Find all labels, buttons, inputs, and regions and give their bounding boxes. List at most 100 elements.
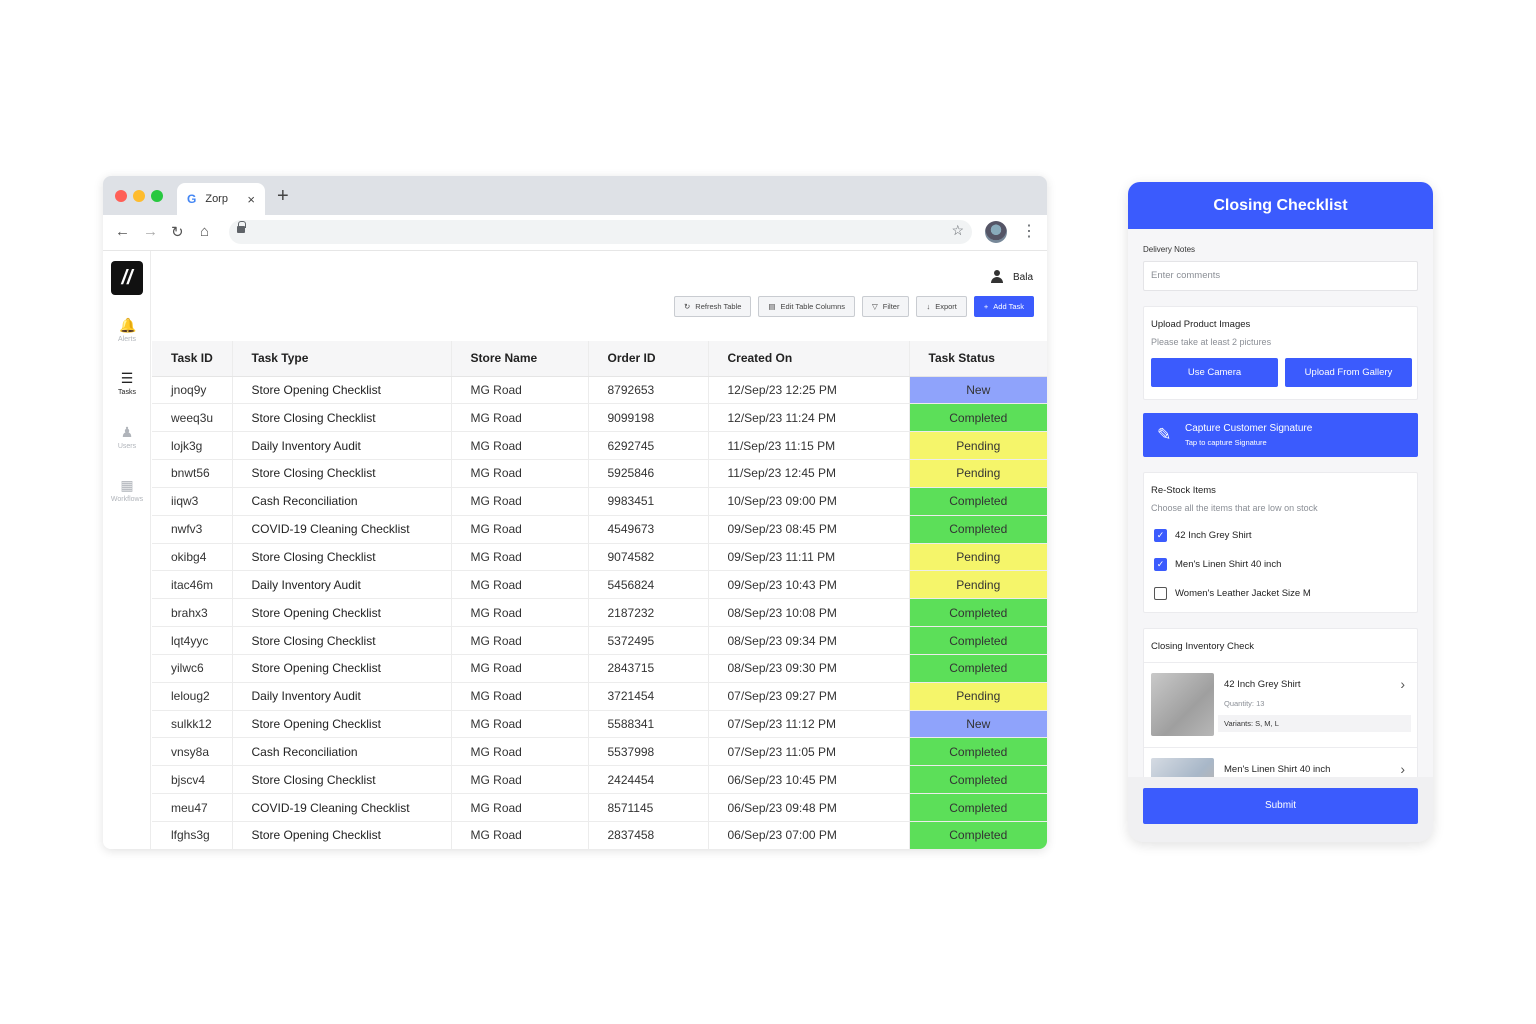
minimize-window-button[interactable] bbox=[133, 190, 145, 202]
task-type-cell: COVID-19 Cleaning Checklist bbox=[232, 793, 452, 822]
sidebar-item-alerts[interactable]: 🔔 Alerts bbox=[103, 317, 151, 343]
product-quantity: Quantity: 13 bbox=[1224, 699, 1265, 708]
task-status-cell[interactable]: Completed bbox=[909, 765, 1047, 795]
new-tab-button[interactable]: + bbox=[277, 185, 289, 208]
task-id-cell: yilwc6 bbox=[152, 654, 233, 683]
task-status-cell[interactable]: Pending bbox=[909, 570, 1047, 600]
column-header[interactable]: Task Type bbox=[232, 341, 452, 377]
refresh-table-button[interactable]: ↻ Refresh Table bbox=[673, 296, 752, 317]
table-row[interactable]: lqt4yyc Store Closing Checklist MG Road 537… bbox=[152, 626, 1047, 655]
export-button[interactable]: ↓ Export bbox=[916, 296, 967, 317]
column-header[interactable]: Task Status bbox=[909, 341, 1047, 377]
created-on-cell: 10/Sep/23 09:00 PM bbox=[708, 487, 910, 516]
table-row[interactable]: bjscv4 Store Closing Checklist MG Road 2424… bbox=[152, 765, 1047, 795]
task-status-cell[interactable]: Completed bbox=[909, 403, 1047, 433]
table-row[interactable]: weeq3u Store Closing Checklist MG Road 9099… bbox=[152, 403, 1047, 433]
task-status-cell[interactable]: Completed bbox=[909, 793, 1047, 822]
column-header[interactable]: Task ID bbox=[152, 341, 233, 377]
table-row[interactable]: okibg4 Store Closing Checklist MG Road 9074… bbox=[152, 543, 1047, 572]
upload-images-card: Upload Product Images Please take at lea… bbox=[1143, 306, 1418, 400]
sidebar-item-workflows[interactable]: ▦ Workflows bbox=[103, 477, 151, 503]
restock-items-card: Re-Stock Items Choose all the items that… bbox=[1143, 472, 1418, 613]
column-header[interactable]: Created On bbox=[708, 341, 910, 377]
column-header[interactable]: Order ID bbox=[588, 341, 709, 377]
restock-checkbox-item[interactable]: ✓ Men's Linen Shirt 40 inch bbox=[1154, 558, 1281, 571]
use-camera-button[interactable]: Use Camera bbox=[1151, 358, 1278, 387]
capture-signature-button[interactable]: ✎ Capture Customer Signature Tap to capt… bbox=[1143, 413, 1418, 457]
browser-tab[interactable]: G Zorp × bbox=[177, 183, 265, 215]
upload-from-gallery-button[interactable]: Upload From Gallery bbox=[1285, 358, 1412, 387]
task-status-cell[interactable]: Completed bbox=[909, 515, 1047, 544]
product-variants: Variants: S, M, L bbox=[1218, 715, 1411, 732]
lock-icon bbox=[237, 221, 246, 234]
zorp-logo[interactable]: // bbox=[111, 261, 143, 295]
download-icon: ↓ bbox=[926, 302, 931, 311]
user-menu[interactable]: Bala bbox=[990, 270, 1033, 284]
task-id-cell: lfghs3g bbox=[152, 821, 233, 849]
forward-icon[interactable]: → bbox=[143, 223, 158, 240]
main-content: Bala ↻ Refresh Table ▤ Edit Table Column… bbox=[152, 251, 1047, 849]
add-task-button[interactable]: + Add Task bbox=[973, 296, 1034, 317]
chevron-right-icon[interactable]: › bbox=[1400, 676, 1405, 692]
table-row[interactable]: sulkk12 Store Opening Checklist MG Road 558… bbox=[152, 710, 1047, 739]
table-row[interactable]: bnwt56 Store Closing Checklist MG Road 5925… bbox=[152, 459, 1047, 488]
checkbox-unchecked-icon[interactable] bbox=[1154, 587, 1167, 600]
bookmark-star-icon[interactable]: ☆ bbox=[951, 222, 964, 239]
table-row[interactable]: iiqw3 Cash Reconciliation MG Road 9983451 10… bbox=[152, 487, 1047, 516]
google-icon: G bbox=[187, 192, 197, 206]
tasks-table: Task ID Task Type Store Name Order ID Cr… bbox=[152, 341, 1047, 849]
task-status-cell[interactable]: Completed bbox=[909, 626, 1047, 655]
edit-table-columns-button[interactable]: ▤ Edit Table Columns bbox=[758, 296, 855, 317]
restock-item-label: Men's Linen Shirt 40 inch bbox=[1175, 559, 1282, 570]
maximize-window-button[interactable] bbox=[151, 190, 163, 202]
task-status-cell[interactable]: Completed bbox=[909, 737, 1047, 767]
table-row[interactable]: lojk3g Daily Inventory Audit MG Road 629274… bbox=[152, 431, 1047, 461]
task-status-cell[interactable]: Pending bbox=[909, 682, 1047, 711]
table-row[interactable]: nwfv3 COVID-19 Cleaning Checklist MG Road 4… bbox=[152, 515, 1047, 544]
task-status-cell[interactable]: Completed bbox=[909, 598, 1047, 628]
table-row[interactable]: brahx3 Store Opening Checklist MG Road 2187… bbox=[152, 598, 1047, 628]
task-status-cell[interactable]: Completed bbox=[909, 821, 1047, 849]
delivery-notes-input[interactable]: Enter comments bbox=[1143, 261, 1418, 291]
created-on-cell: 09/Sep/23 08:45 PM bbox=[708, 515, 910, 544]
task-status-cell[interactable]: Pending bbox=[909, 431, 1047, 461]
restock-checkbox-item[interactable]: Women's Leather Jacket Size M bbox=[1154, 587, 1311, 600]
order-id-cell: 5588341 bbox=[588, 710, 709, 739]
home-icon[interactable]: ⌂ bbox=[200, 223, 209, 240]
sidebar-item-users[interactable]: ♟ Users bbox=[103, 424, 151, 450]
task-status-cell[interactable]: Completed bbox=[909, 654, 1047, 683]
task-status-cell[interactable]: New bbox=[909, 710, 1047, 739]
close-tab-icon[interactable]: × bbox=[247, 192, 255, 207]
checkbox-checked-icon[interactable]: ✓ bbox=[1154, 529, 1167, 542]
column-header[interactable]: Store Name bbox=[451, 341, 589, 377]
table-row[interactable]: vnsy8a Cash Reconciliation MG Road 5537998 0… bbox=[152, 737, 1047, 767]
inventory-product-row[interactable]: 42 Inch Grey Shirt Quantity: 13 Variants… bbox=[1144, 662, 1417, 747]
task-status-cell[interactable]: Pending bbox=[909, 543, 1047, 572]
inventory-title: Closing Inventory Check bbox=[1151, 641, 1254, 652]
chevron-right-icon[interactable]: › bbox=[1400, 761, 1405, 777]
address-bar[interactable]: ☆ bbox=[229, 220, 972, 244]
restock-checkbox-item[interactable]: ✓ 42 Inch Grey Shirt bbox=[1154, 529, 1252, 542]
filter-label: Filter bbox=[882, 302, 900, 311]
browser-menu-icon[interactable]: ⋮ bbox=[1021, 221, 1037, 241]
table-row[interactable]: meu47 COVID-19 Cleaning Checklist MG Road 8… bbox=[152, 793, 1047, 822]
back-icon[interactable]: ← bbox=[115, 223, 130, 240]
checkbox-checked-icon[interactable]: ✓ bbox=[1154, 558, 1167, 571]
table-row[interactable]: lfghs3g Store Opening Checklist MG Road 283… bbox=[152, 821, 1047, 849]
mobile-title: Closing Checklist bbox=[1128, 182, 1433, 229]
task-status-cell[interactable]: Pending bbox=[909, 459, 1047, 488]
table-row[interactable]: yilwc6 Store Opening Checklist MG Road 2843… bbox=[152, 654, 1047, 683]
task-status-cell[interactable]: New bbox=[909, 376, 1047, 405]
table-row[interactable]: jnoq9y Store Opening Checklist MG Road 8792… bbox=[152, 376, 1047, 405]
profile-avatar[interactable] bbox=[985, 221, 1007, 243]
task-status-cell[interactable]: Completed bbox=[909, 487, 1047, 516]
submit-button[interactable]: Submit bbox=[1143, 788, 1418, 824]
reload-icon[interactable]: ↻ bbox=[171, 223, 184, 241]
inventory-product-row[interactable]: Men's Linen Shirt 40 inch › bbox=[1144, 747, 1417, 777]
table-row[interactable]: leloug2 Daily Inventory Audit MG Road 37214… bbox=[152, 682, 1047, 711]
table-row[interactable]: itac46m Daily Inventory Audit MG Road 54568… bbox=[152, 570, 1047, 600]
filter-button[interactable]: ▽ Filter bbox=[862, 296, 910, 317]
sidebar-item-tasks[interactable]: ☰ Tasks bbox=[103, 370, 151, 396]
created-on-cell: 12/Sep/23 12:25 PM bbox=[708, 376, 910, 405]
close-window-button[interactable] bbox=[115, 190, 127, 202]
